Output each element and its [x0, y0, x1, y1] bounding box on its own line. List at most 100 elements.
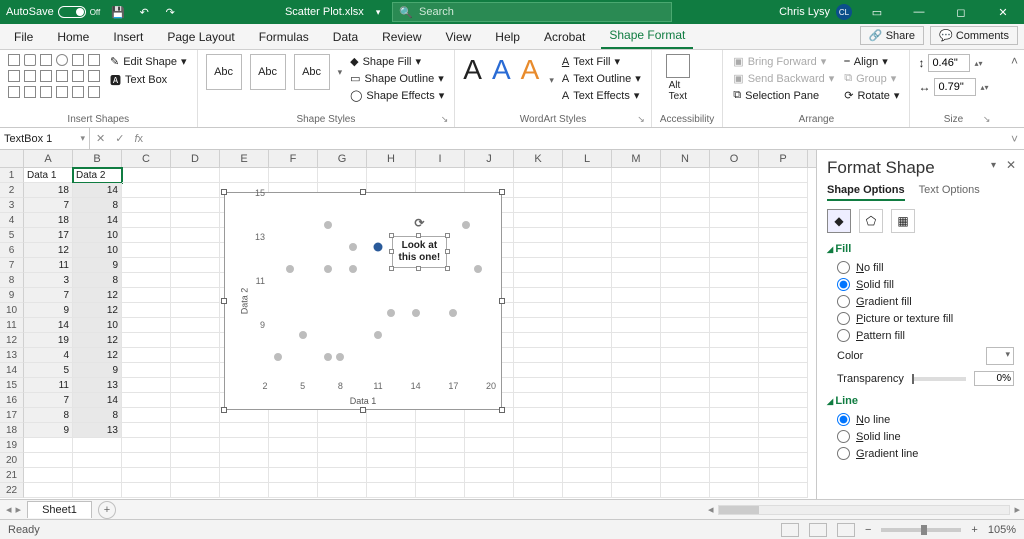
cell[interactable] [122, 483, 171, 498]
cell[interactable] [759, 318, 808, 333]
next-sheet-icon[interactable]: ▸ [16, 503, 22, 516]
cell[interactable] [612, 228, 661, 243]
cell[interactable] [367, 168, 416, 183]
tab-insert[interactable]: Insert [105, 25, 151, 49]
rotate-handle-icon[interactable]: ⟳ [414, 217, 424, 229]
cell[interactable] [759, 393, 808, 408]
cell[interactable] [122, 348, 171, 363]
cell[interactable] [514, 408, 563, 423]
cell[interactable] [612, 438, 661, 453]
search-input[interactable]: 🔍 Search [392, 2, 672, 22]
cell[interactable] [122, 303, 171, 318]
cell[interactable] [710, 288, 759, 303]
chart-point[interactable] [387, 309, 395, 317]
cell[interactable] [514, 318, 563, 333]
cell[interactable] [367, 438, 416, 453]
cell[interactable]: Data 2 [73, 168, 122, 183]
cell[interactable]: 18 [24, 213, 73, 228]
cell[interactable]: 10 [73, 318, 122, 333]
chart-point[interactable] [299, 331, 307, 339]
text-box-button[interactable]: 🅰 Text Box [108, 71, 189, 89]
row-header[interactable]: 15 [0, 378, 24, 393]
column-header-N[interactable]: N [661, 150, 710, 167]
chart-point[interactable] [324, 265, 332, 273]
cell[interactable] [220, 468, 269, 483]
cell[interactable]: 8 [24, 408, 73, 423]
embedded-chart[interactable]: Data 2 Data 1 9111315 25811141720 ⟳Look … [224, 192, 502, 410]
cell[interactable] [563, 363, 612, 378]
cell[interactable]: 13 [73, 378, 122, 393]
account-button[interactable]: Chris Lysy CL [779, 4, 852, 20]
page-break-view-icon[interactable] [837, 523, 855, 537]
cell[interactable] [661, 348, 710, 363]
cell[interactable] [612, 318, 661, 333]
column-header-G[interactable]: G [318, 150, 367, 167]
tab-formulas[interactable]: Formulas [251, 25, 317, 49]
chart-point[interactable] [449, 309, 457, 317]
cell[interactable]: 9 [73, 258, 122, 273]
cell[interactable] [710, 273, 759, 288]
cell[interactable] [171, 393, 220, 408]
column-header-J[interactable]: J [465, 150, 514, 167]
share-button[interactable]: 🔗 Share [860, 26, 924, 45]
shape-height-input[interactable]: ↕ ▴▾ [918, 54, 988, 72]
comments-button[interactable]: 💬 Comments [930, 26, 1018, 45]
cell[interactable] [514, 363, 563, 378]
cell[interactable]: 14 [73, 393, 122, 408]
enter-formula-icon[interactable]: ✓ [115, 132, 124, 145]
horizontal-scrollbar[interactable]: ◂ ▸ [704, 503, 1024, 517]
page-layout-view-icon[interactable] [809, 523, 827, 537]
row-header[interactable]: 14 [0, 363, 24, 378]
cell[interactable] [759, 483, 808, 498]
cell[interactable] [171, 453, 220, 468]
tab-home[interactable]: Home [49, 25, 97, 49]
fx-icon[interactable]: fx [134, 133, 143, 145]
cell[interactable] [122, 198, 171, 213]
select-all-button[interactable] [0, 150, 24, 167]
cell[interactable] [563, 318, 612, 333]
cell[interactable] [122, 333, 171, 348]
cell[interactable] [759, 198, 808, 213]
cell[interactable] [563, 213, 612, 228]
column-header-C[interactable]: C [122, 150, 171, 167]
cell[interactable] [318, 423, 367, 438]
cell[interactable] [710, 243, 759, 258]
cell[interactable] [661, 438, 710, 453]
cell[interactable] [661, 468, 710, 483]
cell[interactable]: 12 [73, 333, 122, 348]
gallery-more-icon[interactable]: ▾ [549, 75, 554, 86]
cell[interactable] [416, 168, 465, 183]
prev-sheet-icon[interactable]: ◂ [6, 503, 12, 516]
cell[interactable] [563, 228, 612, 243]
cell[interactable] [514, 393, 563, 408]
worksheet[interactable]: ABCDEFGHIJKLMNOP 1Data 1Data 22181437841… [0, 150, 816, 499]
column-header-E[interactable]: E [220, 150, 269, 167]
fill-line-category-icon[interactable]: ◆ [827, 209, 851, 233]
row-header[interactable]: 22 [0, 483, 24, 498]
normal-view-icon[interactable] [781, 523, 799, 537]
row-header[interactable]: 17 [0, 408, 24, 423]
cell[interactable] [318, 168, 367, 183]
save-icon[interactable]: 💾 [110, 4, 126, 20]
cell[interactable] [465, 438, 514, 453]
cell[interactable] [122, 168, 171, 183]
zoom-out-icon[interactable]: − [865, 524, 871, 536]
cell[interactable] [661, 168, 710, 183]
row-header[interactable]: 3 [0, 198, 24, 213]
align-button[interactable]: ⎯ Align ▾ [842, 54, 901, 69]
maximize-icon[interactable]: ◻ [944, 0, 978, 24]
chart-point[interactable] [349, 265, 357, 273]
shape-effects-button[interactable]: ◯ Shape Effects ▾ [348, 88, 446, 103]
fill-option[interactable]: Picture or texture fill [827, 310, 1014, 327]
cell[interactable] [661, 378, 710, 393]
cell[interactable] [710, 198, 759, 213]
cell[interactable] [220, 453, 269, 468]
cell[interactable] [759, 333, 808, 348]
cell[interactable] [710, 468, 759, 483]
cell[interactable] [269, 168, 318, 183]
cell[interactable]: 19 [24, 333, 73, 348]
cell[interactable]: Data 1 [24, 168, 73, 183]
cell[interactable] [171, 423, 220, 438]
ribbon-options-icon[interactable]: ▭ [860, 0, 894, 24]
cell[interactable] [514, 213, 563, 228]
